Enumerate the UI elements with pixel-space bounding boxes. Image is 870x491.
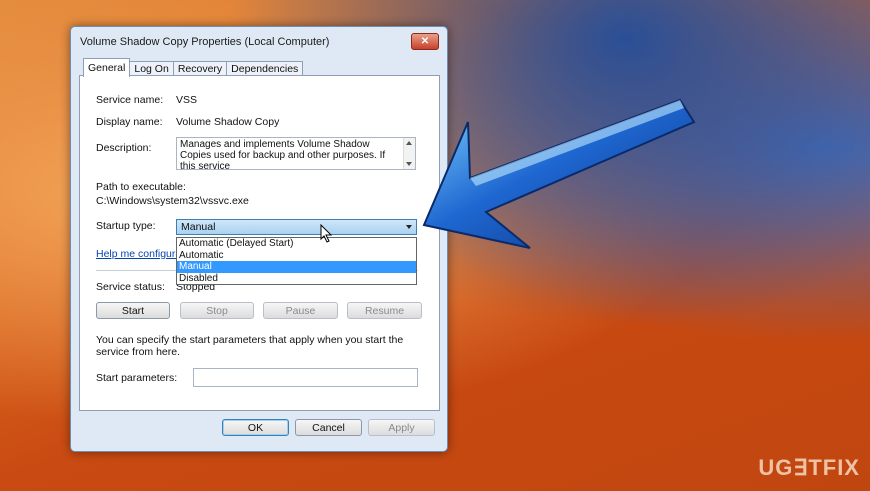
mouse-cursor-icon	[320, 224, 333, 243]
pointer-arrow-graphic	[422, 98, 696, 249]
